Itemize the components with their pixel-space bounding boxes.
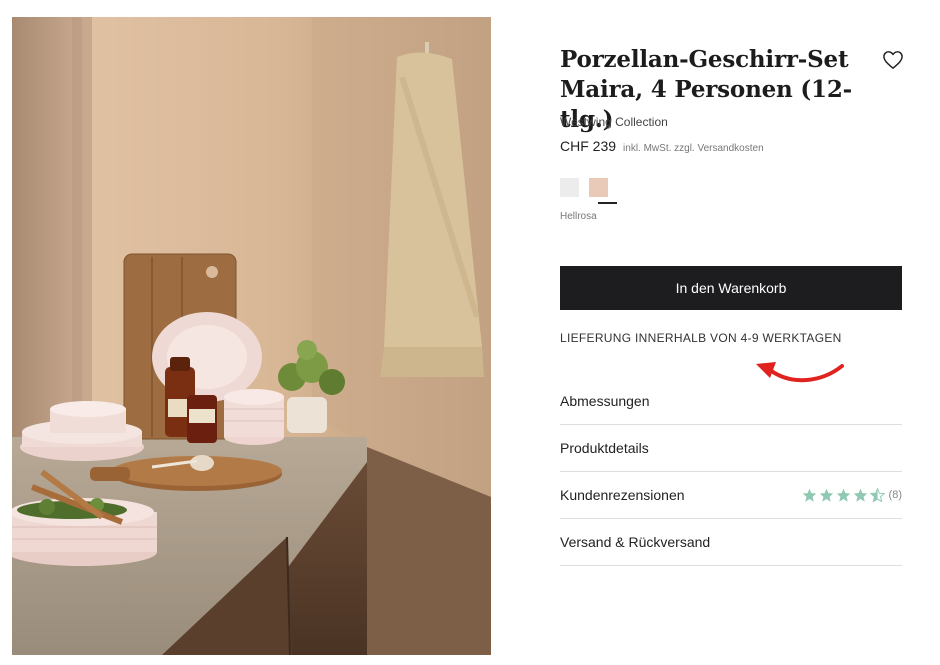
brand-name[interactable]: Westwing Collection [560,115,668,129]
delivery-info: LIEFERUNG INNERHALB VON 4-9 WERKTAGEN [560,331,842,345]
star-full-icon [819,488,833,502]
add-to-cart-button[interactable]: In den Warenkorb [560,266,902,310]
wishlist-button[interactable] [882,50,904,70]
review-count: (8) [888,489,902,501]
accordion-product-details[interactable]: Produktdetails [560,425,902,472]
selected-swatch-indicator [598,202,617,204]
accordion-reviews[interactable]: Kundenrezensionen (8) [560,472,902,519]
accordion-dimensions[interactable]: Abmessungen [560,378,902,425]
swatch-white[interactable] [560,178,579,197]
price-note: inkl. MwSt. zzgl. Versandkosten [623,143,764,154]
star-full-icon [853,488,867,502]
price: CHF 239 [560,138,617,154]
accordion-label: Produktdetails [560,440,649,456]
selected-color-name: Hellrosa [560,211,597,222]
star-full-icon [836,488,850,502]
star-full-icon [802,488,816,502]
price-row: CHF 239 inkl. MwSt. zzgl. Versandkosten [560,138,764,154]
accordion-label: Abmessungen [560,393,650,409]
product-image[interactable] [12,17,491,655]
color-swatches [560,178,608,197]
heart-outline-icon [883,51,903,69]
accordion-label: Versand & Rückversand [560,534,711,550]
swatch-hellrosa[interactable] [589,178,608,197]
accordion-shipping-returns[interactable]: Versand & Rückversand [560,519,902,566]
star-half-icon [869,488,885,502]
accordion-label: Kundenrezensionen [560,487,685,503]
star-rating[interactable]: (8) [802,488,902,502]
